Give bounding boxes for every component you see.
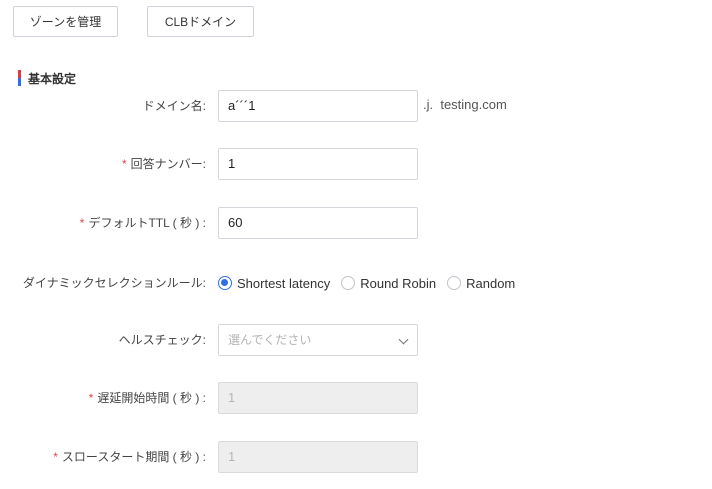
- radio-shortest-latency[interactable]: Shortest latency: [218, 276, 330, 291]
- slow-start-input: 1: [218, 441, 418, 473]
- domain-suffix: .j. testing.com: [423, 97, 507, 112]
- dynamic-selection-radio-group: Shortest latency Round Robin Random: [218, 267, 526, 299]
- health-check-select[interactable]: 選んでください: [218, 324, 418, 356]
- answer-number-label: * 回答ナンバー:: [121, 157, 206, 171]
- delay-start-label: * 遅延開始時間 ( 秒 ) :: [88, 391, 206, 405]
- clb-domain-button[interactable]: CLBドメイン: [147, 6, 254, 37]
- required-marker: *: [79, 216, 85, 230]
- chevron-down-icon: [398, 334, 409, 345]
- radio-checked-icon: [218, 276, 232, 290]
- required-marker: *: [53, 450, 58, 464]
- dynamic-selection-row: ダイナミックセレクションルール: Shortest latency Round …: [0, 267, 712, 299]
- section-accent-bar: [18, 70, 21, 86]
- health-check-row: ヘルスチェック: 選んでください: [0, 324, 712, 356]
- radio-label: Random: [466, 275, 516, 291]
- answer-number-input[interactable]: 1: [218, 148, 418, 180]
- required-marker: *: [121, 157, 127, 171]
- answer-number-row: * 回答ナンバー: 1: [0, 148, 712, 180]
- radio-unchecked-icon: [341, 276, 356, 290]
- radio-round-robin[interactable]: Round Robin: [341, 276, 436, 291]
- required-marker: *: [88, 391, 94, 405]
- default-ttl-row: * デフォルトTTL ( 秒 ) : 60: [0, 207, 712, 239]
- health-check-label: ヘルスチェック:: [118, 333, 206, 347]
- section-title: 基本設定: [28, 71, 77, 86]
- domain-name-label: ドメイン名:: [142, 99, 206, 113]
- default-ttl-input[interactable]: 60: [218, 207, 418, 239]
- manage-zone-button[interactable]: ゾーンを管理: [13, 6, 118, 37]
- delay-start-row: * 遅延開始時間 ( 秒 ) : 1: [0, 382, 712, 414]
- section-header: 基本設定: [18, 70, 76, 86]
- domain-name-row: ドメイン名: a´´´1 .j. testing.com: [0, 90, 712, 122]
- radio-label: Round Robin: [360, 275, 437, 291]
- radio-unchecked-icon: [447, 276, 462, 290]
- zone-settings-page: ゾーンを管理 CLBドメイン 基本設定 ドメイン名: a´´´1 .j. tes…: [0, 0, 712, 489]
- slow-start-label: * スロースタート期間 ( 秒 ) :: [53, 450, 206, 464]
- radio-random[interactable]: Random: [447, 276, 515, 291]
- domain-name-input[interactable]: a´´´1: [218, 90, 418, 122]
- default-ttl-label: * デフォルトTTL ( 秒 ) :: [79, 216, 206, 230]
- radio-label: Shortest latency: [237, 275, 331, 291]
- select-placeholder: 選んでください: [228, 333, 312, 347]
- slow-start-row: * スロースタート期間 ( 秒 ) : 1: [0, 441, 712, 473]
- delay-start-input: 1: [218, 382, 418, 414]
- dynamic-selection-label: ダイナミックセレクションルール:: [22, 276, 206, 290]
